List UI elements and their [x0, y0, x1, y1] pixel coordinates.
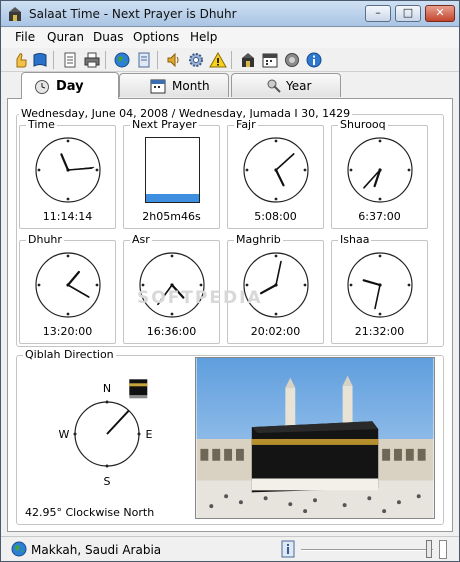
status-bar: Makkah, Saudi Arabia [1, 536, 459, 561]
toolbar-separator [53, 51, 54, 69]
day-panel: Wednesday, June 04, 2008 / Wednesday, Ju… [7, 98, 453, 532]
clock-time: Time 11:14:14 [19, 118, 116, 229]
toolbar-separator [157, 51, 158, 69]
location-text: Makkah, Saudi Arabia [31, 543, 162, 557]
settings-icon[interactable] [187, 51, 205, 69]
compass-south-label: S [104, 475, 111, 488]
tab-day-label: Day [56, 79, 84, 94]
next-prayer-progress-fill [146, 194, 199, 202]
print-icon[interactable] [83, 51, 101, 69]
clock-next-prayer: Next Prayer 2h05m46s [123, 118, 220, 229]
app-window: Salaat Time - Next Prayer is Dhuhr – □ ✕… [0, 0, 460, 562]
thumb-icon[interactable] [11, 51, 29, 69]
clock-ishaa: Ishaa 21:32:00 [331, 233, 428, 344]
toolbar [1, 48, 459, 72]
tab-year-label: Year [286, 79, 312, 93]
toolbar-separator [231, 51, 232, 69]
volume-slider[interactable] [301, 540, 433, 559]
tab-year[interactable]: Year [231, 73, 341, 97]
qiblah-compass: N E S W [59, 379, 153, 488]
clock-time: 21:32:00 [354, 325, 405, 338]
menu-file[interactable]: File [15, 30, 35, 44]
clock-fajr: Fajr 5:08:00 [227, 118, 324, 229]
menu-help[interactable]: Help [190, 30, 217, 44]
maximize-button[interactable]: □ [395, 5, 421, 22]
toolbar-separator [105, 51, 106, 69]
calendar-icon[interactable] [261, 51, 279, 69]
analog-clock [139, 252, 205, 318]
clock-time: 2h05m46s [142, 210, 201, 223]
calendar-icon [150, 79, 166, 94]
mosque-icon[interactable] [239, 51, 257, 69]
clock-title: Shurooq [338, 118, 388, 131]
menu-duas[interactable]: Duas [93, 30, 123, 44]
title-bar[interactable]: Salaat Time - Next Prayer is Dhuhr – □ ✕ [1, 1, 459, 27]
compass-north-label: N [103, 382, 111, 395]
globe-icon[interactable] [113, 51, 131, 69]
tools-icon [267, 79, 281, 93]
menu-bar: File Quran Duas Options Help [1, 28, 459, 48]
status-grip [439, 540, 447, 559]
clock-title: Fajr [234, 118, 258, 131]
notes-icon[interactable] [61, 51, 79, 69]
info-panel-icon[interactable] [281, 540, 295, 558]
analog-clock [347, 137, 413, 203]
menu-quran[interactable]: Quran [47, 30, 84, 44]
clock-time: 6:37:00 [358, 210, 401, 223]
analog-clock [243, 252, 309, 318]
clock-icon [35, 80, 49, 94]
compass-west-label: W [59, 428, 70, 441]
tab-month-label: Month [172, 79, 210, 93]
qiblah-direction-text: 42.95° Clockwise North [25, 506, 155, 519]
warning-icon[interactable] [209, 51, 227, 69]
document-icon[interactable] [135, 51, 153, 69]
qiblah-group: Qiblah Direction N E S W 42.95° Clockwis… [16, 348, 444, 525]
prayer-times-group: Wednesday, June 04, 2008 / Wednesday, Ju… [16, 107, 444, 347]
analog-clock [35, 252, 101, 318]
speaker-icon[interactable] [165, 51, 183, 69]
clock-title: Dhuhr [26, 233, 64, 246]
clock-time: 16:36:00 [146, 325, 197, 338]
analog-clock [35, 137, 101, 203]
watermark: SOFTPEDIA [137, 288, 263, 308]
next-prayer-progress [145, 137, 200, 203]
compass-east-label: E [146, 428, 153, 441]
clock-shurooq: Shurooq 6:37:00 [331, 118, 428, 229]
clock-title: Next Prayer [130, 118, 199, 131]
window-title: Salaat Time - Next Prayer is Dhuhr [29, 7, 237, 21]
volume-slider-thumb[interactable] [426, 540, 432, 558]
analog-clock [243, 137, 309, 203]
mosque-icon [9, 7, 21, 21]
analog-clock [347, 252, 413, 318]
clock-time: 11:14:14 [42, 210, 93, 223]
clock-title: Asr [130, 233, 152, 246]
clock-dhuhr: Dhuhr 13:20:00 [19, 233, 116, 344]
sound-icon[interactable] [283, 51, 301, 69]
kaaba-photo [195, 357, 435, 519]
clock-title: Ishaa [338, 233, 372, 246]
menu-options[interactable]: Options [133, 30, 179, 44]
clock-title: Maghrib [234, 233, 283, 246]
qiblah-title: Qiblah Direction [23, 348, 116, 361]
tab-day[interactable]: Day [21, 72, 119, 99]
tab-month[interactable]: Month [119, 73, 229, 97]
book-icon[interactable] [31, 51, 49, 69]
close-button[interactable]: ✕ [425, 5, 455, 22]
clock-title: Time [26, 118, 57, 131]
kaaba-icon [129, 379, 148, 399]
clock-time: 13:20:00 [42, 325, 93, 338]
info-icon[interactable] [305, 51, 323, 69]
clock-time: 5:08:00 [254, 210, 297, 223]
globe-icon [11, 541, 27, 557]
minimize-button[interactable]: – [365, 5, 391, 22]
clock-time: 20:02:00 [250, 325, 301, 338]
